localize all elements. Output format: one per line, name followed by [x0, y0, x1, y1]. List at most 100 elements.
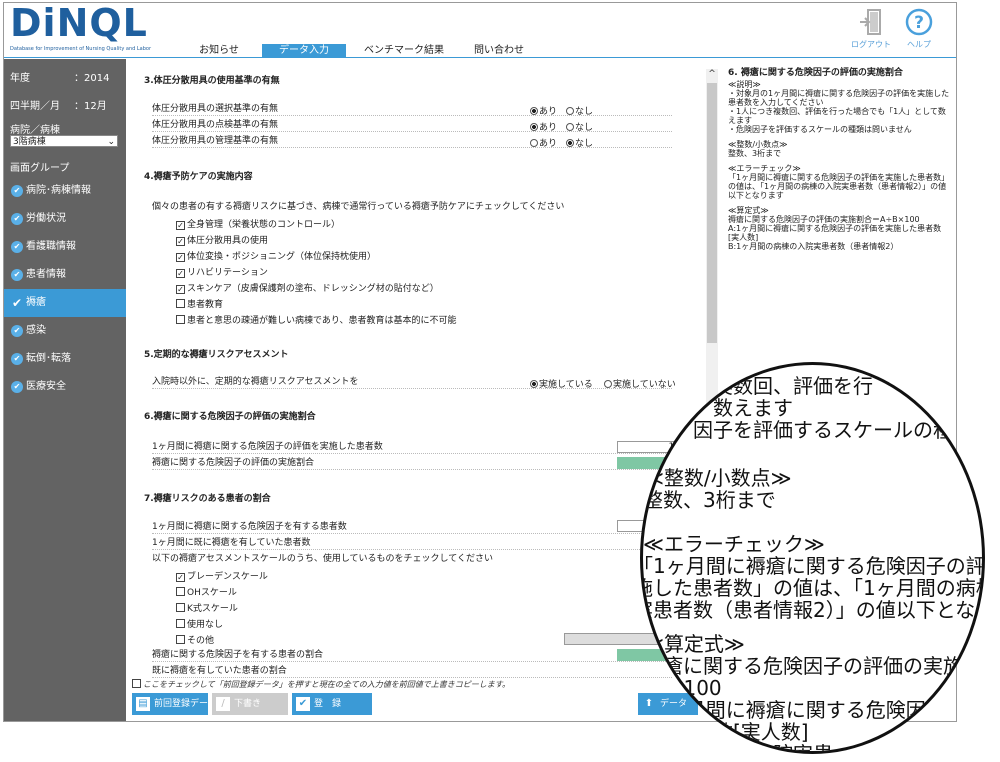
checkbox-item[interactable]: ✓ 体圧分散用具の使用: [176, 233, 268, 246]
nav-notice[interactable]: お知らせ: [184, 44, 254, 58]
radio-icon: [530, 380, 538, 388]
copy-previous-checkbox[interactable]: ここをチェックして「前回登録データ」を押すと現在の全ての入力値を前回値で上書きコ…: [132, 679, 510, 690]
checkbox-item[interactable]: ✓ ブレーデンスケール: [176, 569, 268, 582]
checkbox-label: 患者教育: [187, 300, 224, 310]
checkbox-icon: [132, 679, 141, 688]
zoom-line: 褥瘡に関する危険因子の評価の実施割: [643, 654, 983, 678]
sidebar-item-hospital[interactable]: ✔ 病院･病棟情報: [4, 177, 126, 205]
form-row: 既に褥瘡を有していた患者の割合: [152, 665, 672, 678]
nav-benchmark[interactable]: ベンチマーク結果: [349, 44, 459, 58]
row-label: 以下の褥瘡アセスメントスケールのうち、使用しているものをチェックしてください: [152, 554, 494, 564]
magnifier-callout: 実数回、評価を行 数えます 因子を評価するスケールの種 ≪整数/小数点≫ 整数、…: [640, 362, 985, 754]
scroll-thumb[interactable]: [707, 83, 717, 343]
checkbox-icon: ✓: [176, 253, 185, 262]
checkbox-label: 体圧分散用具の使用: [187, 236, 269, 246]
radio-label: 実施していない: [613, 380, 676, 390]
logo[interactable]: DiNQL Database for Improvement of Nursin…: [10, 3, 151, 55]
sidebar-item-nurses[interactable]: ✔ 看護職情報: [4, 233, 126, 261]
form-row: 褥瘡に関する危険因子の評価の実施割合: [152, 457, 672, 470]
zoom-line: 実数回、評価を行: [713, 374, 873, 398]
sidebar-item-patients[interactable]: ✔ 患者情報: [4, 261, 126, 289]
checkbox-label: K式スケール: [187, 604, 238, 614]
row-label: 体圧分散用具の管理基準の有無: [152, 136, 279, 146]
row-label: 体圧分散用具の点検基準の有無: [152, 120, 279, 130]
checkbox-icon: [176, 299, 185, 308]
zoom-line: 整数、3桁まで: [643, 488, 776, 512]
form-row: 1ヶ月間に褥瘡に関する危険因子を有する患者数: [152, 521, 672, 534]
radio-label: なし: [575, 123, 594, 133]
ward-select[interactable]: 3階病棟 ⌄: [10, 135, 118, 147]
checkbox-label: OHスケール: [187, 588, 237, 598]
radio-icon: [566, 139, 574, 147]
checkbox-icon: [176, 587, 185, 596]
checkbox-item[interactable]: K式スケール: [176, 601, 238, 614]
help-label: ヘルプ: [907, 40, 931, 49]
sidebar-item-label: 医療安全: [26, 381, 66, 392]
sidebar-item-label: 患者情報: [26, 269, 66, 280]
radio-yes[interactable]: あり: [530, 104, 557, 117]
detail-explanation: ≪説明≫ ・対象月の1ヶ月間に褥瘡に関する危険因子の評価を実施した患者数を入力し…: [728, 80, 950, 134]
checkbox-item[interactable]: ✓ スキンケア（皮膚保護剤の塗布、ドレッシング材の貼付など）: [176, 281, 439, 294]
section-title: 4.褥瘡予防ケアの実施内容: [144, 172, 253, 182]
nav-data-entry[interactable]: データ入力: [262, 44, 346, 58]
check-circle-icon: ✔: [11, 325, 23, 337]
radio-no[interactable]: なし: [566, 104, 593, 117]
radio-yes[interactable]: あり: [530, 120, 557, 133]
checkbox-item[interactable]: 患者教育: [176, 297, 223, 310]
checkbox-item[interactable]: 患者と意思の疎通が難しい病棟であり、患者教育は基本的に不可能: [176, 313, 457, 326]
sidebar-item-labor[interactable]: ✔ 労働状況: [4, 205, 126, 233]
nav-contact[interactable]: 問い合わせ: [464, 44, 534, 58]
check-circle-icon: ✔: [11, 381, 23, 393]
section-title: 5.定期的な褥瘡リスクアセスメント: [144, 350, 289, 360]
year-value: ：2014: [74, 73, 110, 84]
checkbox-label: その他: [187, 636, 215, 646]
radio-no[interactable]: なし: [566, 120, 593, 133]
radio-no[interactable]: なし: [566, 136, 593, 149]
checkbox-item[interactable]: 使用なし: [176, 617, 223, 630]
checkbox-item[interactable]: ✓ 全身管理（栄養状態のコントロール）: [176, 217, 340, 230]
previous-data-button[interactable]: ▤ 前回登録データ: [132, 693, 208, 715]
sidebar-item-pressure-ulcer[interactable]: ✔ 褥瘡: [4, 289, 126, 317]
radio-icon: [604, 380, 612, 388]
check-circle-icon: ✔: [11, 353, 23, 365]
section-title: 6.褥瘡に関する危険因子の評価の実施割合: [144, 412, 316, 422]
radio-yes[interactable]: あり: [530, 136, 557, 149]
form-row: 1ヶ月間に既に褥瘡を有していた患者数: [152, 537, 672, 550]
zoom-line: ≪エラーチェック≫: [643, 532, 825, 556]
help-icon: ?: [905, 8, 933, 36]
ward-label: 病院／病棟: [10, 125, 60, 136]
form-row: 1ヶ月間に褥瘡に関する危険因子の評価を実施した患者数: [152, 441, 672, 454]
radio-not-implemented[interactable]: 実施していない: [604, 377, 676, 390]
radio-label: なし: [575, 107, 594, 117]
logout-label: ログアウト: [851, 40, 891, 49]
check-icon: ✔: [11, 296, 23, 310]
zoom-line: ≪算定式≫: [643, 632, 745, 656]
checkbox-label: 体位変換・ポジショニング（体位保持枕使用）: [187, 252, 377, 262]
checkbox-label: リハビリテーション: [187, 268, 268, 278]
register-button[interactable]: ✔ 登 録: [292, 693, 372, 715]
row-label: 1ヶ月間に褥瘡に関する危険因子を有する患者数: [152, 522, 347, 532]
draft-button[interactable]: / 下書き: [212, 693, 288, 715]
chevron-down-icon: ⌄: [107, 137, 115, 147]
checkbox-icon: [176, 619, 185, 628]
checkbox-item[interactable]: その他: [176, 633, 214, 646]
sidebar-item-infection[interactable]: ✔ 感染: [4, 317, 126, 345]
zoom-line: B×100: [653, 676, 722, 700]
radio-label: あり: [539, 123, 558, 133]
checkbox-item[interactable]: ✓ 体位変換・ポジショニング（体位保持枕使用）: [176, 249, 376, 262]
checkbox-item[interactable]: ✓ リハビリテーション: [176, 265, 268, 278]
button-label: 前回登録データ: [154, 699, 209, 709]
chevron-up-icon[interactable]: ^: [706, 69, 718, 81]
checkbox-item[interactable]: OHスケール: [176, 585, 237, 598]
logout-button[interactable]: ログアウト: [851, 7, 891, 51]
check-circle-icon: ✔: [11, 241, 23, 253]
sidebar-item-safety[interactable]: ✔ 医療安全: [4, 373, 126, 401]
row-label: 入院時以外に、定期的な褥瘡リスクアセスメントを: [152, 377, 359, 387]
radio-implemented[interactable]: 実施している: [530, 377, 593, 390]
logo-text: DiNQL: [10, 2, 148, 45]
checkbox-label: スキンケア（皮膚保護剤の塗布、ドレッシング材の貼付など）: [187, 284, 439, 294]
sidebar-item-falls[interactable]: ✔ 転倒･転落: [4, 345, 126, 373]
checkbox-icon: [176, 603, 185, 612]
help-button[interactable]: ? ヘルプ: [899, 7, 939, 51]
zoom-line: 1ヶ月間に褥瘡に関する危険因子: [653, 698, 946, 722]
